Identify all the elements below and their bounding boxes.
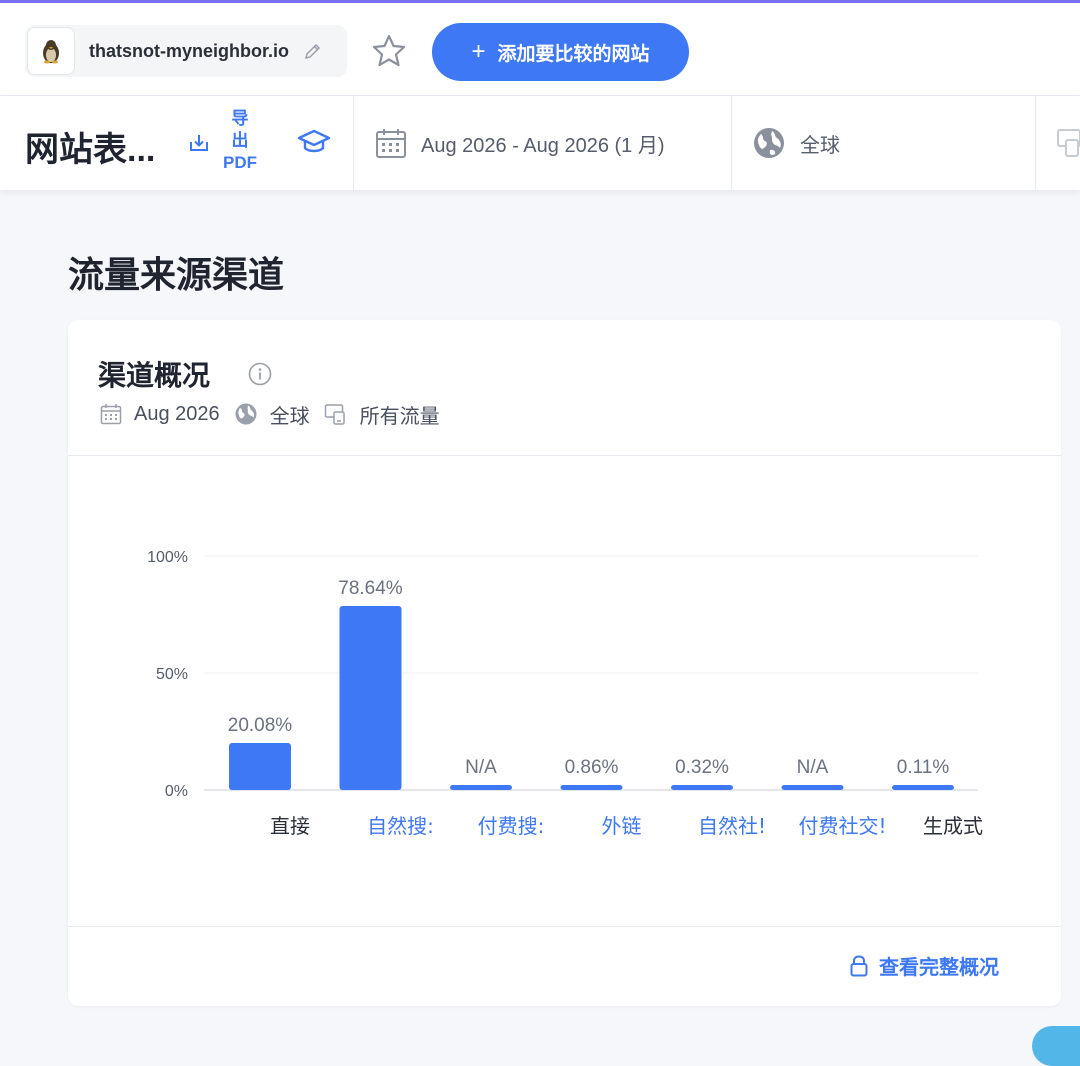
x-category-label: 自然社! — [698, 814, 766, 838]
penguin-favicon-icon — [27, 27, 75, 75]
y-tick-label: 0% — [165, 783, 188, 800]
meta-traffic-text: 所有流量 — [359, 405, 440, 428]
chart-bar — [560, 785, 623, 790]
info-icon[interactable] — [248, 362, 272, 391]
bar-value-label: N/A — [465, 757, 497, 778]
x-category-label: 生成式 — [923, 814, 983, 838]
x-category-label: 付费社交! — [798, 814, 886, 838]
graduation-cap-icon[interactable] — [297, 128, 331, 161]
calendar-icon — [100, 404, 122, 425]
devices-icon[interactable] — [1056, 126, 1080, 163]
bar-value-label: N/A — [797, 757, 829, 778]
bar-value-label: 0.11% — [897, 757, 950, 778]
bar-value-label: 0.86% — [565, 757, 619, 778]
plus-icon: + — [471, 38, 486, 65]
chart-bar — [892, 785, 954, 790]
top-bar: thatsnot-myneighbor.io + 添加要比较的网站 — [0, 3, 1080, 96]
meta-region-text: 全球 — [269, 405, 310, 428]
chart-bar — [229, 743, 291, 790]
devices-icon — [324, 404, 345, 425]
site-name: thatsnot-myneighbor.io — [89, 40, 289, 61]
meta-region: 全球 — [234, 400, 310, 429]
x-category-label: 外链 — [602, 814, 642, 838]
export-label-line: 出 — [231, 131, 249, 150]
chat-widget-button[interactable] — [1032, 1026, 1080, 1066]
site-selector[interactable]: thatsnot-myneighbor.io — [25, 25, 347, 77]
lock-icon — [850, 954, 868, 976]
y-tick-label: 50% — [156, 666, 188, 683]
export-pdf-button[interactable]: 导 出 PDF — [220, 108, 260, 174]
pencil-icon[interactable] — [303, 41, 323, 61]
chart-bar — [671, 785, 733, 790]
region-selector[interactable]: 全球 — [752, 96, 840, 190]
x-category-label: 直接 — [270, 814, 310, 838]
export-label-line: 导 — [231, 109, 249, 128]
card-title: 渠道概况 — [98, 360, 211, 391]
meta-traffic: 所有流量 — [324, 400, 440, 429]
y-tick-label: 100% — [147, 549, 188, 566]
section-title: 流量来源渠道 — [68, 254, 285, 295]
add-compare-site-button[interactable]: + 添加要比较的网站 — [432, 23, 689, 81]
separator — [1035, 96, 1036, 190]
bar-value-label: 20.08% — [228, 715, 293, 736]
card-divider-bottom — [68, 926, 1061, 927]
card-meta: Aug 2026 全球 所有流量 — [100, 400, 454, 428]
export-label-line: PDF — [223, 153, 257, 172]
separator — [353, 96, 354, 190]
download-icon[interactable] — [188, 132, 210, 159]
filter-bar: 网站表... 导 出 PDF Aug 2026 - Aug 2026 (1 月) — [0, 96, 1080, 190]
view-full-overview-text: 查看完整概况 — [879, 957, 999, 979]
bar-value-label: 0.32% — [675, 757, 729, 778]
add-compare-label: 添加要比较的网站 — [497, 43, 650, 65]
channel-bar-chart: 100% 50% 0% 20.08% 直接 78.64% 自然搜: N/A 付费搜: 0.86% 外… — [147, 549, 983, 838]
calendar-icon — [376, 129, 406, 158]
x-category-label: 自然搜: — [367, 814, 434, 838]
star-icon[interactable] — [370, 33, 408, 74]
x-category-label: 付费搜: — [478, 814, 545, 838]
chart-bar — [781, 785, 844, 790]
globe-icon — [754, 128, 784, 158]
separator — [731, 96, 732, 190]
region-text: 全球 — [800, 134, 840, 157]
view-full-overview-link[interactable]: 查看完整概况 — [849, 951, 999, 980]
meta-date: Aug 2026 — [100, 403, 220, 426]
globe-icon — [235, 403, 257, 425]
chart-bar — [339, 605, 402, 790]
date-range-selector[interactable]: Aug 2026 - Aug 2026 (1 月) — [375, 96, 665, 190]
bar-value-label: 78.64% — [338, 578, 403, 599]
meta-date-text: Aug 2026 — [134, 402, 220, 425]
chart-bar — [450, 785, 512, 790]
page-title: 网站表... — [25, 131, 156, 169]
channel-overview-card: 渠道概况 Aug 2026 全球 所有流量 100% 50% 0% 20.08%… — [68, 320, 1061, 1006]
date-range-text: Aug 2026 - Aug 2026 (1 月) — [421, 134, 665, 157]
